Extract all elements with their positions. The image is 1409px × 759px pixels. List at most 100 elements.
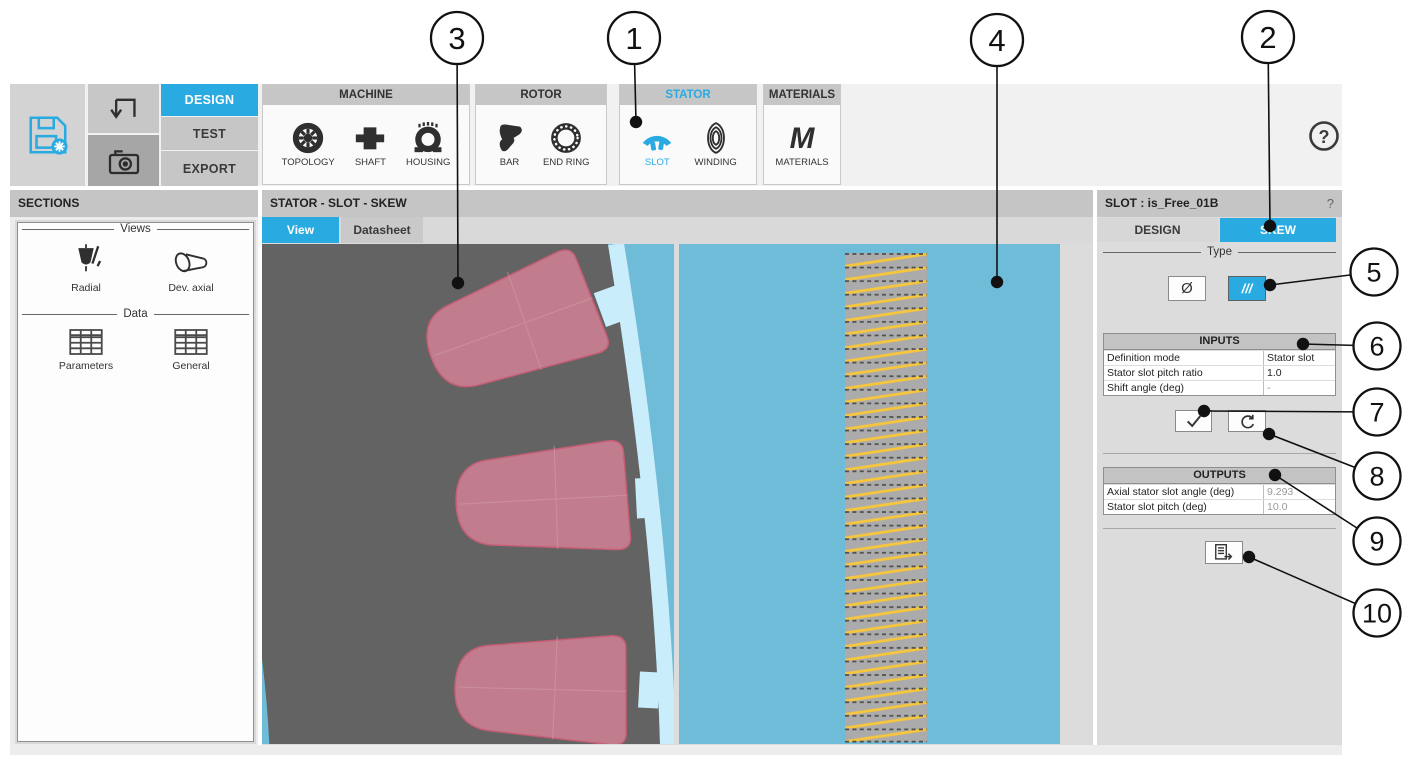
sidebar-item-label: Dev. axial xyxy=(168,282,213,294)
skew-development-view[interactable] xyxy=(679,244,1060,744)
inputs-table: INPUTS Definition mode Stator slot Stato… xyxy=(1103,333,1336,396)
views-legend: Views xyxy=(22,223,249,235)
type-no-skew-button[interactable]: Ø xyxy=(1168,276,1206,301)
topology-icon xyxy=(291,121,325,155)
window-bottom-strip xyxy=(10,745,1342,755)
output-value: 10.0 xyxy=(1263,500,1335,514)
tab-slot-skew[interactable]: SKEW xyxy=(1220,218,1336,242)
toolbar-item-end-ring[interactable]: END RING xyxy=(543,121,589,168)
table-row: Definition mode Stator slot xyxy=(1104,350,1335,365)
toolbar-item-materials[interactable]: M MATERIALS xyxy=(775,121,828,168)
stator-cross-section-view[interactable] xyxy=(262,244,674,744)
svg-text:4: 4 xyxy=(988,23,1005,58)
sections-panel: Views Radial xyxy=(17,222,254,742)
divider xyxy=(1103,453,1336,454)
toolbar-item-topology[interactable]: TOPOLOGY xyxy=(282,121,335,168)
output-label: Axial stator slot angle (deg) xyxy=(1104,485,1263,499)
svg-text:?: ? xyxy=(1319,127,1330,147)
input-value[interactable]: Stator slot xyxy=(1263,351,1335,365)
toolbar-item-label: END RING xyxy=(543,157,589,168)
group-stator-title: STATOR xyxy=(620,85,756,105)
slot-panel-header: SLOT : is_Free_01B xyxy=(1097,190,1342,217)
general-table-icon xyxy=(173,327,209,357)
toolbar-item-label: SLOT xyxy=(645,157,670,168)
main-view-header: STATOR - SLOT - SKEW xyxy=(262,190,1093,217)
slot-panel-help[interactable]: ? xyxy=(1327,190,1334,217)
save-button[interactable] xyxy=(10,84,85,186)
toolbar-item-bar[interactable]: BAR xyxy=(493,121,527,168)
views-legend-label: Views xyxy=(120,223,150,235)
sidebar-item-general[interactable]: General xyxy=(141,327,241,372)
radial-view-icon xyxy=(69,243,103,279)
parameters-table-icon xyxy=(68,327,104,357)
undo-button[interactable] xyxy=(88,84,159,133)
svg-text:7: 7 xyxy=(1369,398,1384,428)
sidebar-item-radial[interactable]: Radial xyxy=(36,243,136,294)
slot-icon xyxy=(639,121,675,155)
undo-arrow-icon xyxy=(107,94,141,124)
outputs-table-title: OUTPUTS xyxy=(1104,468,1335,484)
reset-button[interactable] xyxy=(1228,410,1266,432)
sections-header: SECTIONS xyxy=(10,190,258,217)
apply-button[interactable] xyxy=(1175,410,1212,432)
table-row: Axial stator slot angle (deg) 9.293 xyxy=(1104,484,1335,499)
output-value: 9.293 xyxy=(1263,485,1335,499)
toolbar-item-label: HOUSING xyxy=(406,157,450,168)
toolbar-item-housing[interactable]: HOUSING xyxy=(406,121,450,168)
input-label: Shift angle (deg) xyxy=(1104,381,1263,395)
type-legend: Type xyxy=(1103,246,1336,258)
tab-test[interactable]: TEST xyxy=(161,117,258,150)
output-label: Stator slot pitch (deg) xyxy=(1104,500,1263,514)
toolbar-item-label: BAR xyxy=(500,157,520,168)
tab-slot-design[interactable]: DESIGN xyxy=(1097,218,1218,242)
export-button[interactable] xyxy=(1205,541,1243,564)
dev-axial-view-icon xyxy=(171,243,211,279)
group-rotor: ROTOR BAR END RING xyxy=(475,84,607,185)
svg-text:2: 2 xyxy=(1259,20,1276,55)
type-skew-button[interactable]: /// xyxy=(1228,276,1266,301)
svg-text:1: 1 xyxy=(625,21,642,56)
save-icon xyxy=(25,112,71,158)
tab-export[interactable]: EXPORT xyxy=(161,151,258,186)
toolbar-item-label: SHAFT xyxy=(355,157,386,168)
svg-text:5: 5 xyxy=(1366,258,1381,288)
screenshot-button[interactable] xyxy=(88,135,159,186)
divider xyxy=(1103,528,1336,529)
table-row: Shift angle (deg) - xyxy=(1104,380,1335,395)
type-legend-label: Type xyxy=(1207,246,1232,258)
input-value[interactable]: - xyxy=(1263,381,1335,395)
reset-icon xyxy=(1239,413,1256,430)
materials-icon: M xyxy=(785,121,819,155)
export-icon xyxy=(1213,543,1235,562)
svg-text:8: 8 xyxy=(1369,462,1384,492)
sidebar-item-label: Parameters xyxy=(59,360,113,372)
toolbar-item-slot[interactable]: SLOT xyxy=(639,121,675,168)
toolbar-item-label: MATERIALS xyxy=(775,157,828,168)
tab-design[interactable]: DESIGN xyxy=(161,84,258,116)
sidebar-item-dev-axial[interactable]: Dev. axial xyxy=(141,243,241,294)
skewed-slot-strip xyxy=(845,253,927,742)
sidebar-item-label: General xyxy=(172,360,209,372)
tab-datasheet[interactable]: Datasheet xyxy=(341,217,423,243)
group-stator: STATOR SLOT xyxy=(619,84,757,185)
input-value[interactable]: 1.0 xyxy=(1263,366,1335,380)
svg-text:9: 9 xyxy=(1369,527,1384,557)
bar-icon xyxy=(493,121,527,155)
end-ring-icon xyxy=(549,121,583,155)
page: DESIGN TEST EXPORT MACHINE xyxy=(0,0,1409,759)
svg-text:10: 10 xyxy=(1362,599,1392,629)
toolbar-item-shaft[interactable]: SHAFT xyxy=(353,121,387,168)
tab-view[interactable]: View xyxy=(262,217,339,243)
inputs-table-title: INPUTS xyxy=(1104,334,1335,350)
toolbar-item-winding[interactable]: WINDING xyxy=(695,121,737,168)
help-button[interactable]: ? xyxy=(1306,118,1342,154)
sections-body: Views Radial xyxy=(10,217,258,745)
group-materials-title: MATERIALS xyxy=(764,85,840,105)
svg-text:M: M xyxy=(790,122,816,155)
input-label: Stator slot pitch ratio xyxy=(1104,366,1263,380)
data-legend-label: Data xyxy=(123,308,147,320)
sidebar-item-parameters[interactable]: Parameters xyxy=(36,327,136,372)
winding-icon xyxy=(699,121,733,155)
svg-text:3: 3 xyxy=(448,21,465,56)
main-tabs: View Datasheet xyxy=(262,217,1093,243)
